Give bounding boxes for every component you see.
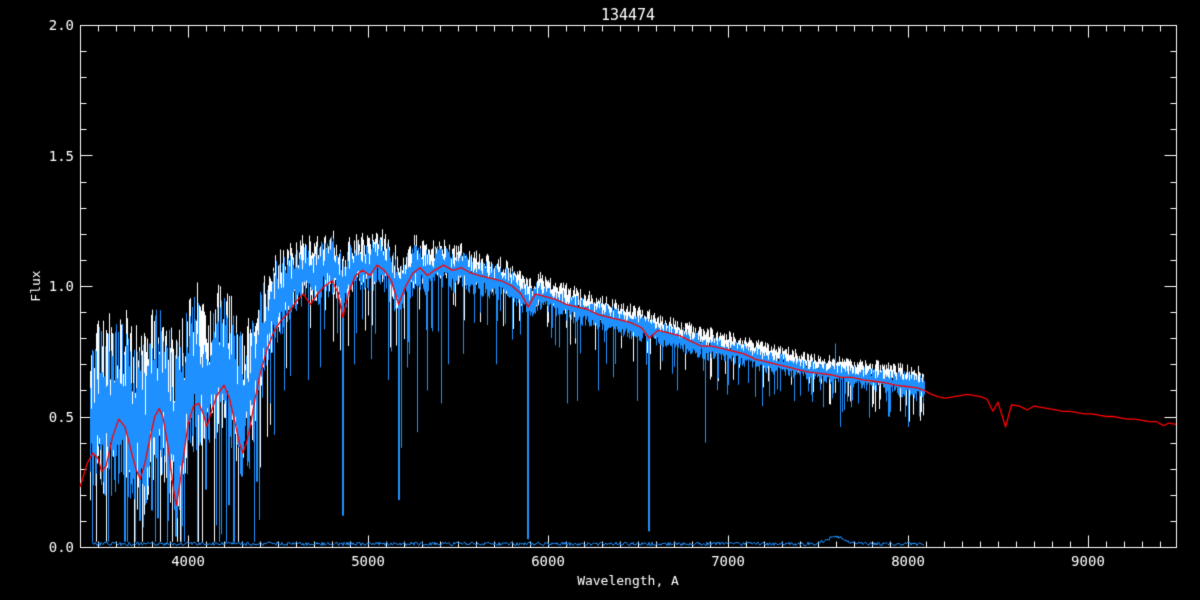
spectrum-figure: 134474 Wavelength, A Flux xyxy=(0,0,1200,600)
plot-canvas xyxy=(0,0,1200,600)
